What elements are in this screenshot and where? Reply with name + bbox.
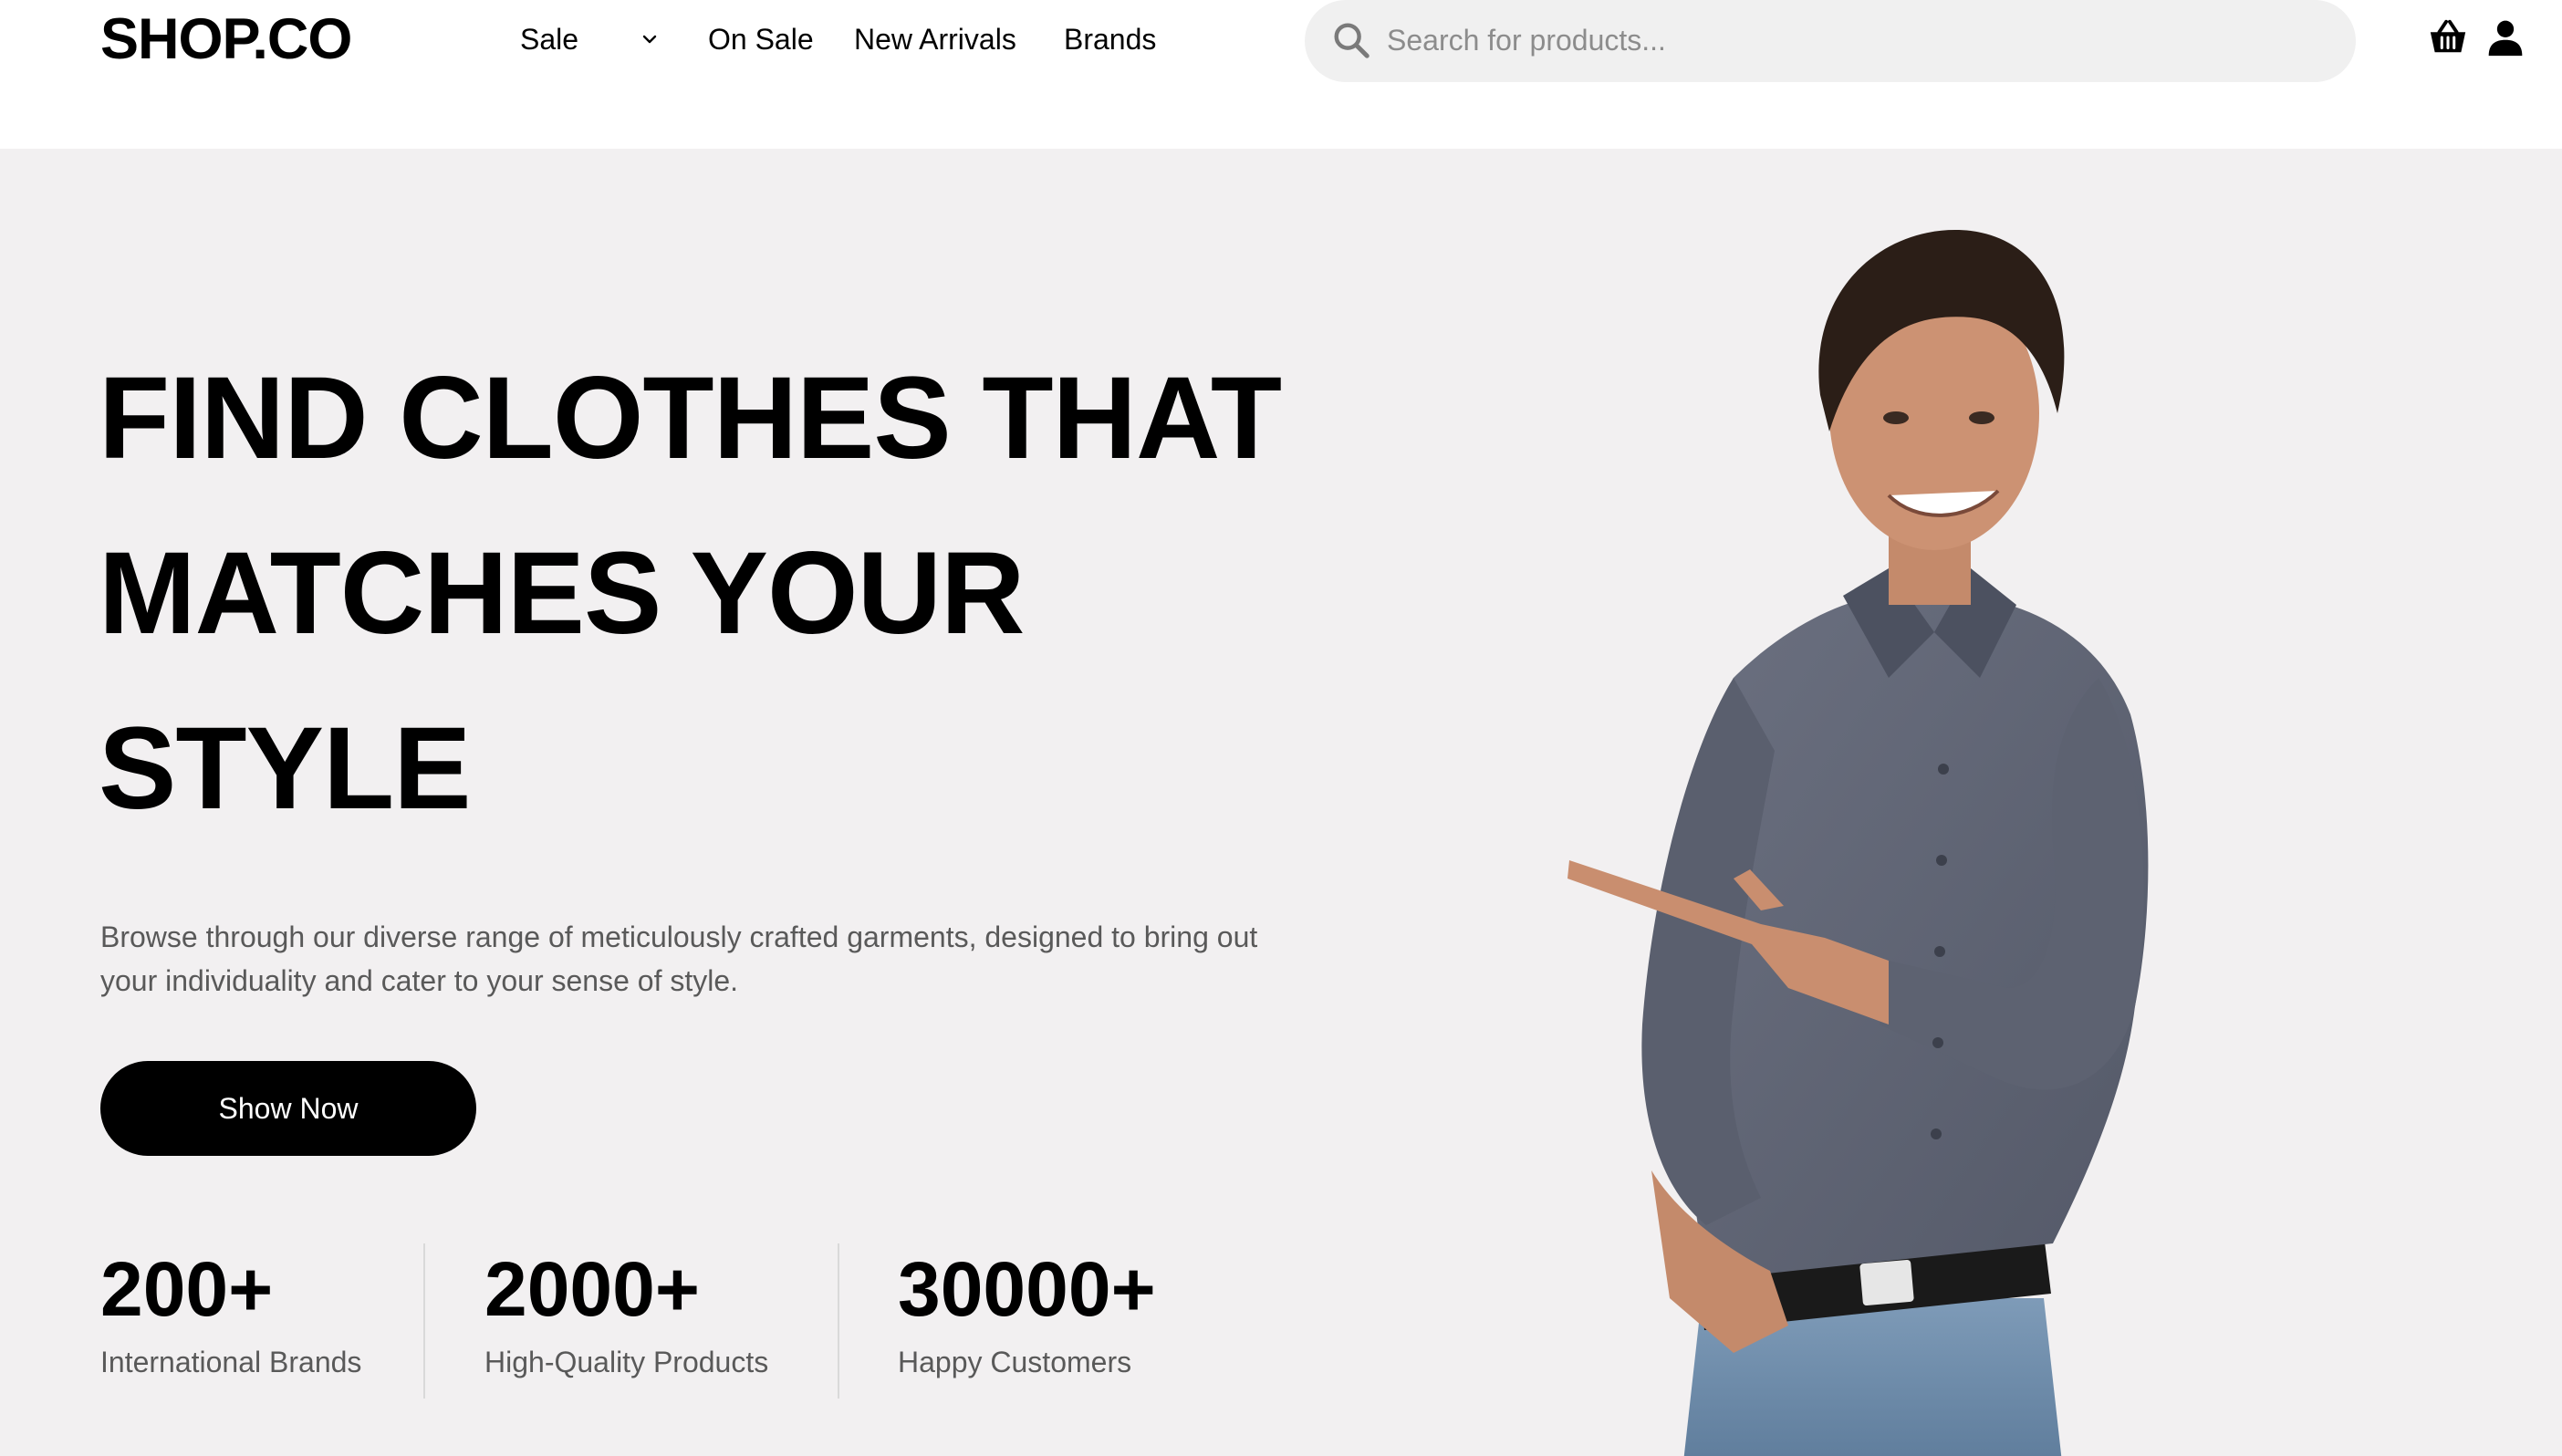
search-bar[interactable]	[1305, 0, 2356, 82]
nav-item-on-sale[interactable]: On Sale	[708, 16, 814, 62]
stat-high-quality-products: 2000+ High-Quality Products	[484, 1243, 768, 1384]
stat-value: 30000+	[898, 1246, 1156, 1332]
nav-item-brands[interactable]: Brands	[1064, 16, 1156, 62]
stat-happy-customers: 30000+ Happy Customers	[898, 1243, 1156, 1384]
stat-divider	[423, 1243, 425, 1399]
stat-label: Happy Customers	[898, 1346, 1132, 1378]
stat-value: 2000+	[484, 1246, 700, 1332]
nav-item-sale[interactable]: Sale	[520, 16, 657, 62]
site-header: SHOP.CO Sale On Sale New Arrivals Brands	[0, 0, 2562, 149]
nav-item-sale-label: Sale	[520, 23, 579, 56]
stat-international-brands: 200+ International Brands	[100, 1243, 361, 1384]
search-input[interactable]	[1385, 11, 2316, 69]
nav-item-new-arrivals[interactable]: New Arrivals	[854, 16, 1016, 62]
user-icon[interactable]	[2485, 16, 2526, 58]
hero-title: FIND CLOTHES THAT MATCHES YOUR STYLE	[99, 353, 1282, 834]
chevron-down-icon	[642, 35, 657, 44]
shop-now-button[interactable]: Show Now	[100, 1061, 476, 1156]
cart-icon[interactable]	[2427, 16, 2469, 58]
hero-model-image	[1567, 230, 2149, 1456]
site-logo[interactable]: SHOP.CO	[100, 7, 352, 71]
stat-divider	[838, 1243, 839, 1399]
stat-value: 200+	[100, 1246, 274, 1332]
search-icon	[1334, 23, 1370, 58]
hero-description: Browse through our diverse range of meti…	[100, 920, 1258, 997]
stat-label: High-Quality Products	[484, 1346, 769, 1378]
stat-label: International Brands	[100, 1346, 362, 1378]
hero-section: FIND CLOTHES THAT MATCHES YOUR STYLE Bro…	[0, 149, 2562, 1456]
